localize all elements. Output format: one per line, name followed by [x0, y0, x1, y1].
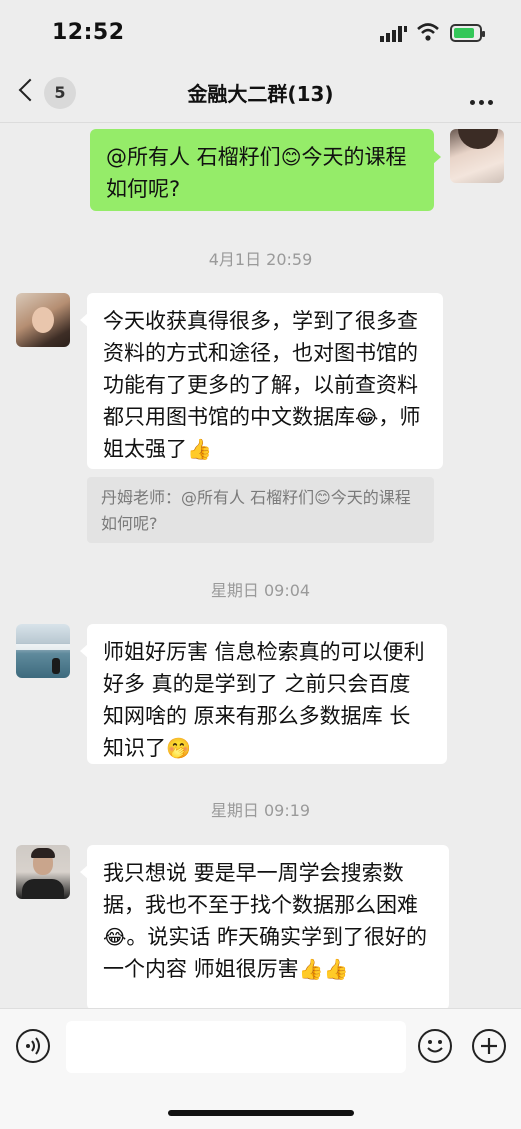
- member-avatar[interactable]: [16, 624, 70, 678]
- thumbs-up-icon: 👍: [323, 957, 349, 981]
- laughing-emoji-icon: 😂: [103, 925, 127, 949]
- add-icon[interactable]: [472, 1029, 506, 1063]
- quoted-message[interactable]: 丹姆老师：@所有人 石榴籽们😊今天的课程如何呢?: [87, 477, 434, 543]
- message-bubble-received[interactable]: 今天收获真得很多，学到了很多查资料的方式和途径，也对图书馆的功能有了更多的了解，…: [87, 293, 443, 469]
- smile-emoji-icon: 😊: [280, 145, 302, 169]
- my-avatar[interactable]: [450, 129, 504, 183]
- home-indicator: [168, 1110, 354, 1116]
- voice-icon[interactable]: [16, 1029, 50, 1063]
- thumbs-up-icon: 👍: [298, 957, 324, 981]
- message-input[interactable]: [66, 1021, 406, 1073]
- cellular-signal-icon: [380, 26, 407, 42]
- wifi-icon: [417, 23, 439, 41]
- member-avatar[interactable]: [16, 293, 70, 347]
- status-bar: 12:52: [0, 0, 521, 64]
- message-bubble-sent[interactable]: @所有人 石榴籽们😊今天的课程如何呢?: [90, 129, 434, 211]
- smile-emoji-icon: 😊: [314, 488, 331, 507]
- status-time: 12:52: [52, 20, 125, 45]
- message-bubble-received[interactable]: 我只想说 要是早一周学会搜索数据，我也不至于找个数据那么困难😂。说实话 昨天确实…: [87, 845, 449, 1010]
- emoji-icon[interactable]: [418, 1029, 452, 1063]
- timestamp: 星期日 09:04: [210, 581, 311, 600]
- chat-header: 5 金融大二群(13): [0, 64, 521, 123]
- timestamp: 4月1日 20:59: [208, 250, 313, 269]
- timestamp: 星期日 09:19: [210, 801, 311, 820]
- battery-icon: [450, 24, 485, 42]
- message-bubble-received[interactable]: 师姐好厉害 信息检索真的可以便利好多 真的是学到了 之前只会百度 知网啥的 原来…: [87, 624, 447, 764]
- chat-title: 金融大二群(13): [187, 82, 334, 106]
- thumbs-up-icon: 👍: [187, 437, 212, 461]
- laughing-emoji-icon: 😂: [355, 405, 379, 429]
- face-hand-emoji-icon: 🤭: [166, 736, 191, 760]
- member-avatar[interactable]: [16, 845, 70, 899]
- more-options-icon[interactable]: [470, 90, 498, 105]
